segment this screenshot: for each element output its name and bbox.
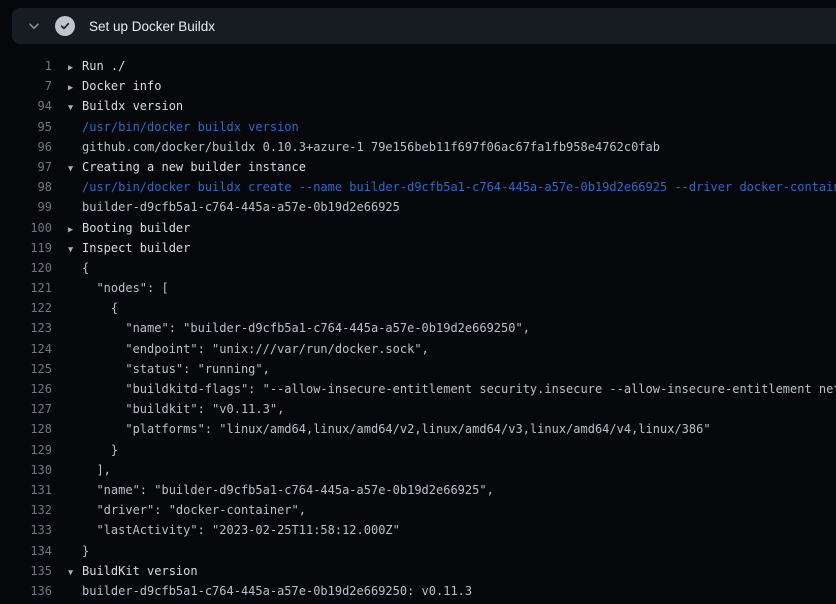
log-text: Run ./	[82, 56, 125, 76]
line-number[interactable]: 124	[0, 339, 52, 359]
group-expanded-icon[interactable]: ▼	[68, 563, 82, 583]
log-text: "endpoint": "unix:///var/run/docker.sock…	[82, 339, 429, 359]
log-line: 120 {	[0, 258, 836, 278]
log-line: 127 "buildkit": "v0.11.3",	[0, 399, 836, 419]
log-text: "lastActivity": "2023-02-25T11:58:12.000…	[82, 520, 400, 540]
log-group-line[interactable]: 100 ▶Booting builder	[0, 218, 836, 238]
log-text: Creating a new builder instance	[82, 157, 306, 177]
chevron-down-icon[interactable]	[20, 8, 48, 44]
line-number[interactable]: 122	[0, 298, 52, 318]
log-group-line[interactable]: 135 ▼BuildKit version	[0, 561, 836, 581]
log-group-line[interactable]: 119 ▼Inspect builder	[0, 238, 836, 258]
line-number[interactable]: 100	[0, 218, 52, 238]
log-line: 132 "driver": "docker-container",	[0, 500, 836, 520]
line-number[interactable]: 126	[0, 379, 52, 399]
log-line: 136 builder-d9cfb5a1-c764-445a-a57e-0b19d…	[0, 581, 836, 601]
check-circle-icon	[55, 16, 75, 36]
log-group-line[interactable]: 1 ▶Run ./	[0, 56, 836, 76]
group-expanded-icon[interactable]: ▼	[68, 98, 82, 118]
log-line: 99 builder-d9cfb5a1-c764-445a-a57e-0b19d2…	[0, 197, 836, 217]
log-text: {	[82, 298, 118, 318]
log-line: 128 "platforms": "linux/amd64,linux/amd6…	[0, 419, 836, 439]
log-text: "platforms": "linux/amd64,linux/amd64/v2…	[82, 419, 711, 439]
log-text: Docker info	[82, 76, 161, 96]
log-text: /usr/bin/docker buildx version	[82, 117, 299, 137]
line-number[interactable]: 99	[0, 197, 52, 217]
line-number[interactable]: 94	[0, 96, 52, 116]
log-line: 129 }	[0, 440, 836, 460]
log-line: 126 "buildkitd-flags": "--allow-insecure…	[0, 379, 836, 399]
log-line: 133 "lastActivity": "2023-02-25T11:58:12…	[0, 520, 836, 540]
line-number[interactable]: 133	[0, 520, 52, 540]
log-line: 121 "nodes": [	[0, 278, 836, 298]
line-number[interactable]: 95	[0, 117, 52, 137]
log-text: "name": "builder-d9cfb5a1-c764-445a-a57e…	[82, 318, 530, 338]
log-group-line[interactable]: 97 ▼Creating a new builder instance	[0, 157, 836, 177]
log-text: Inspect builder	[82, 238, 190, 258]
line-number[interactable]: 134	[0, 541, 52, 561]
log-text: builder-d9cfb5a1-c764-445a-a57e-0b19d2e6…	[82, 581, 472, 601]
line-number[interactable]: 121	[0, 278, 52, 298]
log-line: 96 github.com/docker/buildx 0.10.3+azure-…	[0, 137, 836, 157]
line-number[interactable]: 130	[0, 460, 52, 480]
line-number[interactable]: 119	[0, 238, 52, 258]
log-text: "status": "running",	[82, 359, 270, 379]
log-line: 122 {	[0, 298, 836, 318]
log-text: "nodes": [	[82, 278, 169, 298]
group-collapsed-icon[interactable]: ▶	[68, 78, 82, 98]
group-expanded-icon[interactable]: ▼	[68, 159, 82, 179]
log-line: 125 "status": "running",	[0, 359, 836, 379]
line-number[interactable]: 132	[0, 500, 52, 520]
log-text: "buildkit": "v0.11.3",	[82, 399, 284, 419]
log-group-line[interactable]: 94 ▼Buildx version	[0, 96, 836, 116]
log-line: 134}	[0, 541, 836, 561]
line-number[interactable]: 98	[0, 177, 52, 197]
line-number[interactable]: 125	[0, 359, 52, 379]
step-header[interactable]: Set up Docker Buildx	[12, 8, 836, 44]
log-text: "driver": "docker-container",	[82, 500, 306, 520]
line-number[interactable]: 131	[0, 480, 52, 500]
log-text: }	[82, 541, 89, 561]
log-line: 130 ],	[0, 460, 836, 480]
log-text: Buildx version	[82, 96, 183, 116]
log-group-line[interactable]: 7 ▶Docker info	[0, 76, 836, 96]
log-line: 131 "name": "builder-d9cfb5a1-c764-445a-…	[0, 480, 836, 500]
log-text: /usr/bin/docker buildx create --name bui…	[82, 177, 836, 197]
log-line: 124 "endpoint": "unix:///var/run/docker.…	[0, 339, 836, 359]
log-line: 95/usr/bin/docker buildx version	[0, 117, 836, 137]
line-number[interactable]: 7	[0, 76, 52, 96]
log-text: {	[82, 258, 89, 278]
log-area: 1▶Run ./7▶Docker info94▼Buildx version95…	[0, 44, 836, 604]
line-number[interactable]: 120	[0, 258, 52, 278]
line-number[interactable]: 129	[0, 440, 52, 460]
group-collapsed-icon[interactable]: ▶	[68, 220, 82, 240]
line-number[interactable]: 136	[0, 581, 52, 601]
line-number[interactable]: 123	[0, 318, 52, 338]
log-text: BuildKit version	[82, 561, 198, 581]
log-line: 98/usr/bin/docker buildx create --name b…	[0, 177, 836, 197]
line-number[interactable]: 1	[0, 56, 52, 76]
log-text: builder-d9cfb5a1-c764-445a-a57e-0b19d2e6…	[82, 197, 400, 217]
line-number[interactable]: 97	[0, 157, 52, 177]
log-text: "buildkitd-flags": "--allow-insecure-ent…	[82, 379, 836, 399]
step-title: Set up Docker Buildx	[89, 19, 215, 34]
group-collapsed-icon[interactable]: ▶	[68, 58, 82, 78]
log-text: "name": "builder-d9cfb5a1-c764-445a-a57e…	[82, 480, 494, 500]
log-text: ],	[82, 460, 111, 480]
log-text: Booting builder	[82, 218, 190, 238]
log-text: github.com/docker/buildx 0.10.3+azure-1 …	[82, 137, 660, 157]
group-expanded-icon[interactable]: ▼	[68, 240, 82, 260]
log-text: }	[82, 440, 118, 460]
line-number[interactable]: 128	[0, 419, 52, 439]
line-number[interactable]: 127	[0, 399, 52, 419]
line-number[interactable]: 96	[0, 137, 52, 157]
line-number[interactable]: 135	[0, 561, 52, 581]
log-line: 123 "name": "builder-d9cfb5a1-c764-445a-…	[0, 318, 836, 338]
